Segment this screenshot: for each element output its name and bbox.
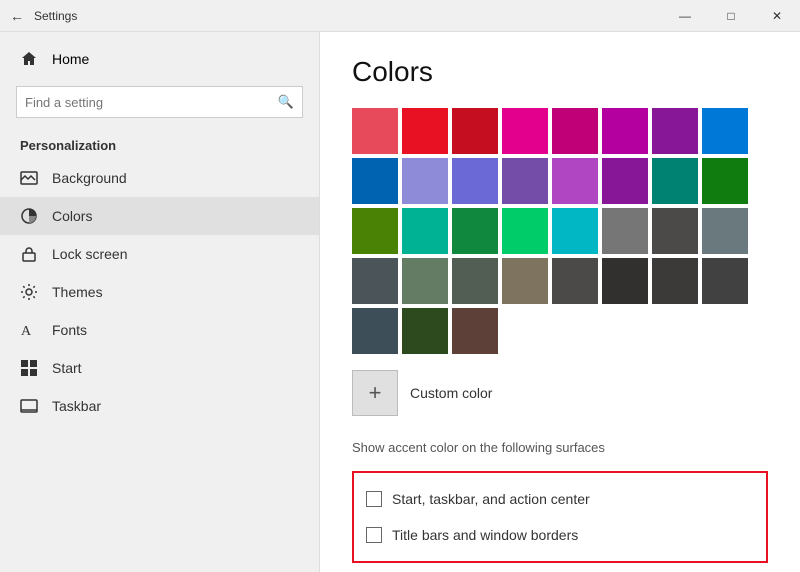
svg-text:A: A — [21, 324, 32, 339]
themes-icon — [20, 283, 38, 301]
colors-icon — [20, 207, 38, 225]
accent-options: Start, taskbar, and action center Title … — [352, 471, 768, 563]
color-swatch[interactable] — [502, 158, 548, 204]
search-input[interactable] — [25, 95, 278, 110]
color-swatch[interactable] — [502, 258, 548, 304]
color-swatch[interactable] — [502, 208, 548, 254]
background-icon — [20, 169, 38, 187]
start-icon — [20, 359, 38, 377]
color-swatch[interactable] — [602, 108, 648, 154]
color-grid — [352, 108, 768, 354]
accent-section-title: Show accent color on the following surfa… — [352, 440, 768, 455]
color-swatch[interactable] — [702, 208, 748, 254]
lock-screen-label: Lock screen — [52, 246, 127, 262]
main-content: Colors + Custom color Show accent color … — [320, 32, 800, 572]
color-swatch[interactable] — [552, 108, 598, 154]
colors-label: Colors — [52, 208, 92, 224]
color-swatch[interactable] — [352, 258, 398, 304]
checkbox-title-bars-label: Title bars and window borders — [392, 527, 578, 543]
minimize-button[interactable]: — — [662, 0, 708, 32]
home-icon — [20, 50, 38, 68]
color-swatch[interactable] — [602, 158, 648, 204]
lock-icon — [20, 245, 38, 263]
color-swatch[interactable] — [652, 158, 698, 204]
color-swatch[interactable] — [552, 158, 598, 204]
checkbox-title-bars[interactable]: Title bars and window borders — [366, 517, 754, 553]
color-swatch[interactable] — [452, 308, 498, 354]
sidebar-item-themes[interactable]: Themes — [0, 273, 319, 311]
checkbox-title-bars-box[interactable] — [366, 527, 382, 543]
color-swatch[interactable] — [602, 258, 648, 304]
search-icon: 🔍 — [278, 94, 294, 110]
taskbar-label: Taskbar — [52, 398, 101, 414]
sidebar-item-background[interactable]: Background — [0, 159, 319, 197]
checkbox-start-taskbar-label: Start, taskbar, and action center — [392, 491, 590, 507]
title-bar: ← Settings — □ ✕ — [0, 0, 800, 32]
page-title: Colors — [352, 56, 768, 88]
sidebar-item-taskbar[interactable]: Taskbar — [0, 387, 319, 425]
color-swatch[interactable] — [552, 208, 598, 254]
color-swatch[interactable] — [402, 208, 448, 254]
title-bar-left: ← Settings — [10, 8, 77, 24]
color-swatch[interactable] — [402, 258, 448, 304]
back-button[interactable]: ← — [10, 8, 24, 24]
home-label: Home — [52, 51, 89, 67]
color-swatch[interactable] — [352, 308, 398, 354]
close-button[interactable]: ✕ — [754, 0, 800, 32]
custom-color-label: Custom color — [410, 385, 492, 401]
sidebar-item-home[interactable]: Home — [0, 40, 319, 78]
color-swatch[interactable] — [702, 258, 748, 304]
color-swatch[interactable] — [452, 208, 498, 254]
fonts-label: Fonts — [52, 322, 87, 338]
sidebar-item-colors[interactable]: Colors — [0, 197, 319, 235]
title-bar-controls: — □ ✕ — [662, 0, 800, 32]
sidebar-item-lock-screen[interactable]: Lock screen — [0, 235, 319, 273]
custom-color-row: + Custom color — [352, 370, 768, 416]
maximize-button[interactable]: □ — [708, 0, 754, 32]
start-label: Start — [52, 360, 82, 376]
background-label: Background — [52, 170, 127, 186]
checkbox-start-taskbar-box[interactable] — [366, 491, 382, 507]
title-bar-title: Settings — [34, 9, 77, 23]
sidebar-item-fonts[interactable]: A Fonts — [0, 311, 319, 349]
color-swatch[interactable] — [402, 308, 448, 354]
fonts-icon: A — [20, 321, 38, 339]
color-swatch[interactable] — [402, 158, 448, 204]
checkbox-start-taskbar[interactable]: Start, taskbar, and action center — [366, 481, 754, 517]
color-swatch[interactable] — [452, 108, 498, 154]
sidebar: Home 🔍 Personalization Background — [0, 32, 320, 572]
color-swatch[interactable] — [652, 108, 698, 154]
color-swatch[interactable] — [352, 208, 398, 254]
themes-label: Themes — [52, 284, 103, 300]
color-swatch[interactable] — [402, 108, 448, 154]
color-swatch[interactable] — [552, 258, 598, 304]
color-swatch[interactable] — [702, 108, 748, 154]
section-title: Personalization — [0, 126, 319, 159]
color-swatch[interactable] — [602, 208, 648, 254]
app-body: Home 🔍 Personalization Background — [0, 32, 800, 572]
custom-color-button[interactable]: + — [352, 370, 398, 416]
color-swatch[interactable] — [452, 158, 498, 204]
color-swatch[interactable] — [502, 108, 548, 154]
search-box[interactable]: 🔍 — [16, 86, 303, 118]
color-swatch[interactable] — [452, 258, 498, 304]
color-swatch[interactable] — [702, 158, 748, 204]
color-swatch[interactable] — [352, 158, 398, 204]
taskbar-icon — [20, 397, 38, 415]
color-swatch[interactable] — [652, 208, 698, 254]
color-swatch[interactable] — [652, 258, 698, 304]
sidebar-item-start[interactable]: Start — [0, 349, 319, 387]
color-swatch[interactable] — [352, 108, 398, 154]
